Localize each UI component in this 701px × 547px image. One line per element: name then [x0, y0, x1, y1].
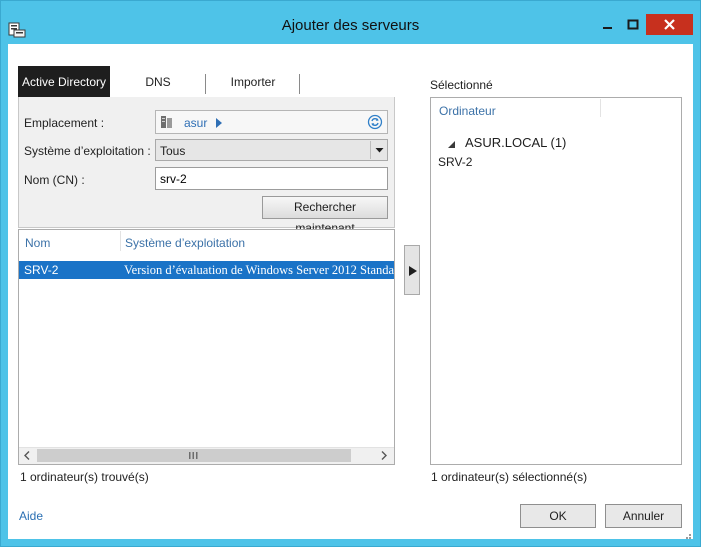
- chevron-down-icon[interactable]: [370, 141, 387, 159]
- scroll-left-icon[interactable]: [22, 450, 32, 464]
- collapse-triangle-icon[interactable]: [448, 138, 456, 152]
- title-bar[interactable]: Ajouter des serveurs: [0, 0, 701, 44]
- list-item[interactable]: SRV-2: [438, 155, 472, 169]
- arrow-right-icon: [409, 266, 417, 276]
- row-name: SRV-2: [24, 263, 59, 277]
- scroll-right-icon[interactable]: [379, 450, 389, 464]
- ok-button[interactable]: OK: [520, 504, 596, 528]
- column-header-name[interactable]: Nom: [25, 236, 50, 250]
- cn-input[interactable]: [155, 167, 388, 190]
- scrollbar-thumb[interactable]: [37, 449, 351, 462]
- os-dropdown[interactable]: Tous: [155, 139, 388, 161]
- breadcrumb-arrow-icon[interactable]: [216, 117, 222, 131]
- close-button[interactable]: [646, 14, 693, 35]
- maximize-button[interactable]: [620, 14, 645, 35]
- close-icon: [664, 19, 675, 30]
- row-os: Version d’évaluation de Windows Server 2…: [124, 263, 394, 277]
- column-divider[interactable]: [120, 231, 121, 251]
- tab-importer[interactable]: Importer: [206, 66, 300, 97]
- table-row[interactable]: SRV-2 Version d’évaluation de Windows Se…: [19, 261, 394, 279]
- domain-icon: [160, 114, 174, 130]
- os-label: Système d’exploitation :: [24, 144, 151, 158]
- resize-grip-icon[interactable]: [682, 529, 692, 543]
- selected-status: 1 ordinateur(s) sélectionné(s): [431, 470, 588, 484]
- add-to-selected-button[interactable]: [404, 245, 420, 295]
- results-status: 1 ordinateur(s) trouvé(s): [20, 470, 149, 484]
- location-label: Emplacement :: [24, 116, 105, 130]
- help-link[interactable]: Aide: [19, 509, 43, 523]
- cancel-button[interactable]: Annuler: [605, 504, 682, 528]
- tab-dns[interactable]: DNS: [110, 66, 206, 97]
- tab-active-directory[interactable]: Active Directory: [18, 66, 110, 97]
- location-value[interactable]: asur: [184, 116, 207, 130]
- group-header[interactable]: ASUR.LOCAL (1): [465, 135, 566, 150]
- search-now-button[interactable]: Rechercher maintenant: [262, 196, 388, 235]
- selected-list[interactable]: [430, 97, 682, 465]
- column-header-os[interactable]: Système d’exploitation: [125, 236, 245, 250]
- column-header-computer[interactable]: Ordinateur: [439, 104, 496, 118]
- os-dropdown-value: Tous: [160, 144, 186, 158]
- cn-label: Nom (CN) :: [24, 173, 85, 187]
- refresh-icon[interactable]: [367, 114, 383, 133]
- location-field[interactable]: asur: [155, 110, 388, 134]
- tab-divider: [299, 74, 300, 94]
- minimize-button[interactable]: [595, 14, 619, 35]
- grip-icon: [189, 452, 198, 459]
- column-divider[interactable]: [600, 99, 601, 117]
- selected-title: Sélectionné: [430, 78, 493, 92]
